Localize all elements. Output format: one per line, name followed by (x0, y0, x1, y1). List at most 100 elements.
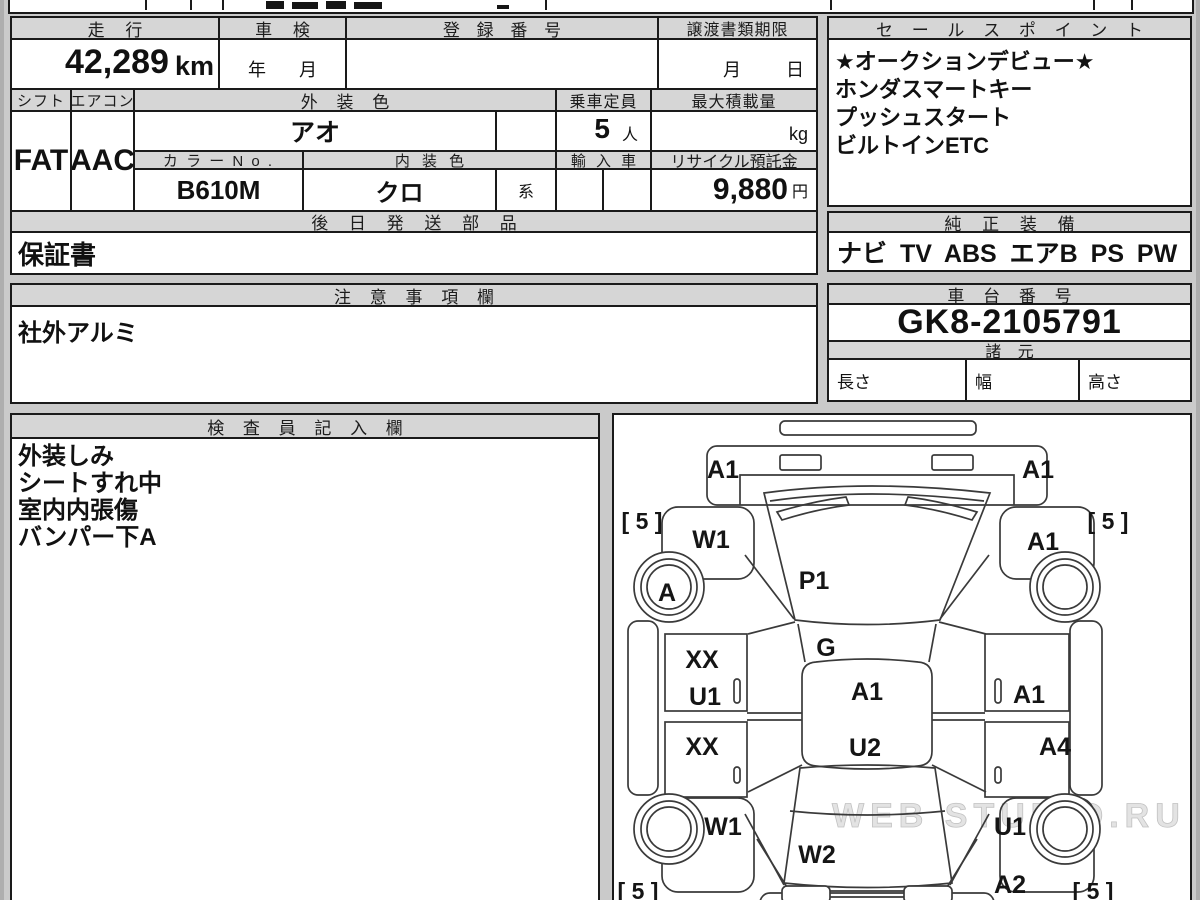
mark-corner-rear-right: [ 5 ] (1073, 878, 1114, 900)
right-sill (1069, 620, 1103, 796)
inspector-note-line: シートすれ中 (18, 470, 162, 497)
spec-length-cell: 長さ (827, 358, 967, 402)
mark-front-right-fender: A1 (1027, 528, 1059, 556)
mark-windshield: P1 (799, 567, 830, 595)
sales-points-header: セ ー ル ス ポ イ ン ト (827, 16, 1192, 40)
wiper-right (903, 496, 979, 522)
scan-edge-right (1196, 0, 1200, 900)
scan-edge-left (0, 0, 4, 900)
sales-point-line: ホンダスマートキー (835, 77, 1033, 102)
import-value-cell-2 (602, 168, 652, 212)
equipment-header: 純 正 装 備 (827, 211, 1192, 233)
rear-bumper-stub-right (903, 885, 953, 900)
front-left-door-handle (733, 678, 741, 704)
cutoff-cell-border (222, 0, 224, 10)
cutoff-cell-border (545, 0, 547, 10)
mileage-unit: km (174, 51, 214, 81)
recycle-deposit-value: 9,880 (712, 173, 788, 206)
mark-rear-window: W2 (798, 841, 836, 869)
cowl-link-left-2 (797, 623, 806, 663)
inspector-note-line: 外装しみ (18, 443, 114, 470)
mark-roof-rear: U2 (849, 734, 881, 762)
rear-left-door-handle (733, 766, 741, 784)
inspector-note-line: 室内内張傷 (18, 497, 138, 524)
cutoff-text-fragment (326, 1, 346, 9)
mark-corner-rear-left: [ 5 ] (618, 878, 659, 900)
sales-point-line: ★オークションデビュー★ (835, 49, 1095, 74)
cowl-link-right (938, 621, 987, 635)
mileage-value: 42,289 (64, 43, 169, 81)
sales-point-line: ビルトインETC (835, 133, 990, 158)
front-right-wheel (1029, 551, 1101, 623)
mark-rear-right-door: A4 (1039, 733, 1071, 761)
rear-bumper-stub-left (781, 885, 831, 900)
aircon-header: エアコン (70, 88, 135, 112)
shift-value: FAT (10, 110, 72, 212)
rear-right-door-handle (994, 766, 1002, 784)
windshield-top-curve (769, 493, 985, 502)
registration-header: 登 録 番 号 (345, 16, 659, 40)
transfer-docs-header: 譲渡書類期限 (657, 16, 818, 40)
cutoff-top-row (8, 0, 1194, 14)
inspector-notes-header: 検 査 員 記 入 欄 (10, 413, 600, 439)
mark-cowl: G (816, 634, 835, 662)
shaken-value-cell: 年 月 (218, 38, 347, 90)
mark-front-left-door-lower: U1 (689, 683, 721, 711)
capacity-header: 乗車定員 (555, 88, 652, 112)
capacity-value: 5 (594, 113, 610, 144)
mileage-value-cell: 42,289 km (10, 38, 220, 90)
max-load-unit: kg (788, 124, 808, 144)
exterior-color-value: アオ (133, 110, 497, 152)
mark-hood-right: A1 (1022, 456, 1054, 484)
later-parts-header: 後 日 発 送 部 品 (10, 210, 818, 233)
transfer-docs-value-cell: 月 日 (657, 38, 818, 90)
cutoff-text-fragment (497, 5, 509, 9)
front-right-door-handle (994, 678, 1002, 704)
equipment-value: ナビ TV ABS エアB PS PW (827, 231, 1192, 272)
interior-color-value: クロ (302, 168, 497, 212)
roof-link-left (747, 764, 803, 793)
car-diagram-svg: WEB STUDIO.RU A1 A1 [5] [5] W1 A1 A … (618, 420, 1180, 900)
roof-link-right (931, 764, 987, 793)
mark-rear-left-fender: W1 (704, 813, 742, 841)
capacity-unit: 人 (621, 127, 638, 144)
mark-hood-left: A1 (707, 456, 739, 484)
hood-vent-right (931, 454, 974, 471)
interior-color-header: 内 装 色 (302, 150, 557, 170)
cautions-header: 注 意 事 項 欄 (10, 283, 818, 307)
import-value-cell-1 (555, 168, 604, 212)
mark-rear-right-fender: U1 (994, 813, 1026, 841)
aircon-value: AAC (70, 110, 135, 212)
chassis-no-header: 車 台 番 号 (827, 283, 1192, 305)
mark-front-left-door-upper: XX (685, 646, 719, 674)
spec-width-cell: 幅 (965, 358, 1080, 402)
exterior-color-header: 外 装 色 (133, 88, 557, 112)
cutoff-cell-border (145, 0, 147, 10)
sales-points-body: ★オークションデビュー★ ホンダスマートキー プッシュスタート ビルトインETC (827, 38, 1192, 207)
specs-header: 諸 元 (827, 340, 1192, 360)
mileage-header: 走 行 (10, 16, 220, 40)
hood-vent-left (779, 454, 822, 471)
a-pillar-right (939, 554, 990, 620)
later-parts-value: 保証書 (10, 231, 818, 275)
wiper-left (775, 496, 851, 522)
cutoff-cell-border (830, 0, 832, 10)
interior-color-suffix: 系 (495, 168, 557, 212)
mark-front-left-wheel: A (658, 579, 676, 607)
chassis-no-value: GK8-2105791 (827, 303, 1192, 342)
recycle-deposit-header: リサイクル預託金 (650, 150, 818, 170)
sales-point-line: プッシュスタート (835, 105, 1012, 130)
import-header: 輸 入 車 (555, 150, 652, 170)
color-no-value: B610M (133, 168, 304, 212)
mark-corner-front-left: [ 5 ] (622, 508, 663, 534)
capacity-value-cell: 5 人 (555, 110, 652, 152)
mark-front-right-door: A1 (1013, 681, 1045, 709)
mark-corner-front-right: [ 5 ] (1088, 508, 1129, 534)
shaken-header: 車 検 (218, 16, 347, 40)
exterior-color-empty-cell (495, 110, 557, 152)
car-damage-diagram: WEB STUDIO.RU A1 A1 [5] [5] W1 A1 A … (612, 413, 1192, 900)
auction-sheet: 走 行 車 検 登 録 番 号 譲渡書類期限 42,289 km 年 月 月 日… (0, 0, 1200, 900)
cowl-link-left (747, 621, 796, 635)
cutoff-cell-border (1131, 0, 1133, 10)
cowl-link-right-2 (928, 623, 937, 663)
